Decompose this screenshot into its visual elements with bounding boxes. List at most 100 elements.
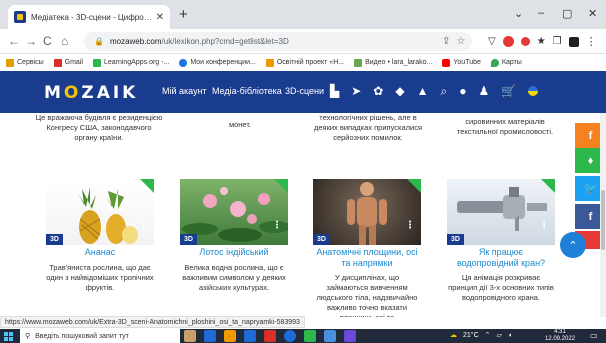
search-icon[interactable]: ⌕: [440, 83, 447, 99]
weather-icon[interactable]: ☁: [450, 331, 457, 341]
scroll-to-top-button[interactable]: ⌃: [560, 232, 586, 258]
volume-icon[interactable]: ◖: [508, 331, 512, 341]
bookmark-education-project[interactable]: Освітній проект «Н...: [265, 58, 344, 67]
network-icon[interactable]: ▱: [497, 331, 502, 341]
bookmark-gmail[interactable]: Gmail: [53, 58, 83, 67]
card-thumbnail-pineapple[interactable]: 3D ⋮: [46, 179, 154, 245]
nav-my-account[interactable]: Мій акаунт: [162, 86, 207, 96]
mozaik-logo[interactable]: MOZAIK: [44, 83, 138, 103]
taskbar-app-icon[interactable]: [344, 330, 356, 342]
bookmark-star-icon[interactable]: ☆: [456, 32, 465, 51]
pointer-icon[interactable]: ➤: [351, 83, 361, 99]
card-title[interactable]: Ананас: [46, 247, 154, 258]
more-options-icon[interactable]: ⋮: [539, 221, 549, 231]
user-icon[interactable]: ♟: [478, 83, 489, 99]
taskbar-app-icon[interactable]: [204, 330, 216, 342]
home-button[interactable]: ⌂: [61, 33, 68, 49]
card-desc-partial: Це вражаюча будівля є резиденцією Конгре…: [35, 113, 163, 142]
book-icon[interactable]: ▙: [330, 83, 339, 99]
bookmark-apps[interactable]: Сервісы: [6, 58, 44, 67]
tab-close-icon[interactable]: ✕: [156, 12, 164, 23]
card-desc: Трав'яниста рослина, що дає один з найві…: [46, 263, 154, 292]
new-corner-badge: [541, 179, 555, 193]
address-bar-row: ← → C ⌂ 🔒 mozaweb.com/uk/lexikon.php?cmd…: [0, 29, 606, 54]
browser-tab[interactable]: Медіатека - 3D-сцени - Цифро… ✕: [8, 5, 170, 29]
taskbar-app-icon[interactable]: [244, 330, 256, 342]
chevron-up-icon: ⌃: [568, 239, 578, 252]
cart-icon[interactable]: 🛒: [501, 83, 516, 99]
card-desc: Ця анімація розкриває принцип дії 3-х ос…: [448, 273, 554, 302]
site-navbar: MOZAIK Мій акаунт Медіа-бібліотека 3D-сц…: [0, 71, 606, 113]
forward-button[interactable]: →: [25, 33, 37, 49]
new-tab-button[interactable]: +: [179, 7, 188, 22]
taskbar-clock[interactable]: 4:31 12.09.2022: [545, 329, 575, 343]
flower-icon[interactable]: ✿: [373, 83, 383, 99]
diamond-icon[interactable]: ◆: [395, 83, 404, 99]
browser-menu-icon[interactable]: ⋮: [586, 35, 597, 48]
maps-pin-icon: [490, 58, 499, 67]
lock-icon: 🔒: [94, 37, 104, 46]
triangle-icon[interactable]: ▲: [417, 83, 429, 99]
extension-red-icon[interactable]: [502, 36, 514, 47]
bookmark-conferences[interactable]: Мои конференции...: [179, 58, 256, 67]
bookmark-learningapps[interactable]: LearningApps.org -...: [92, 58, 169, 67]
maximize-button[interactable]: ▢: [562, 7, 572, 20]
bookmark-video[interactable]: Видео • lara_larako...: [354, 58, 432, 67]
video-icon: [354, 58, 363, 67]
taskbar-search-input[interactable]: ⚲ Введіть пошуковий запит тут: [20, 329, 180, 343]
badge-3d: 3D: [447, 234, 464, 245]
taskbar-app-icon[interactable]: [284, 330, 296, 342]
facebook-icon: f: [588, 210, 593, 223]
bookmarks-bar: Сервісы Gmail LearningApps.org -... Мои …: [0, 54, 606, 71]
card-thumbnail-water-tap[interactable]: 3D ⋮: [447, 179, 555, 245]
card-desc-partial: технологічних рішень, але в деяких випад…: [313, 113, 423, 142]
bookmark-youtube[interactable]: YouTube: [442, 58, 481, 67]
close-window-button[interactable]: ✕: [588, 7, 597, 20]
education-project-icon: [265, 58, 274, 67]
sidepanel-icon[interactable]: ❐: [553, 36, 562, 47]
badge-3d: 3D: [46, 234, 63, 245]
more-options-icon[interactable]: ⋮: [138, 221, 148, 231]
chat-icon[interactable]: ●: [459, 83, 466, 99]
taskbar-app-icon[interactable]: [184, 330, 196, 342]
notifications-icon[interactable]: ▭: [590, 331, 598, 340]
extension-filter-icon[interactable]: ▽: [488, 36, 496, 47]
taskbar-app-icon[interactable]: [264, 330, 276, 342]
reload-button[interactable]: C: [43, 33, 52, 49]
system-tray: ☁ 21°C ⌃ ▱ ◖: [450, 331, 512, 341]
extensions-puzzle-icon[interactable]: ★: [537, 36, 546, 47]
temperature[interactable]: 21°C: [463, 331, 479, 341]
more-options-icon[interactable]: ⋮: [405, 221, 415, 231]
card-title[interactable]: Як працює водопровідний кран?: [447, 247, 555, 269]
back-button[interactable]: ←: [8, 33, 20, 49]
extension-opera-icon[interactable]: [520, 37, 530, 46]
card-thumbnail-anatomy[interactable]: 3D ⋮: [313, 179, 421, 245]
gmail-icon: [53, 58, 62, 67]
card-title[interactable]: Анатомічні площини, осі та напрямки: [313, 247, 421, 269]
taskbar-app-icon[interactable]: [224, 330, 236, 342]
learningapps-icon: [92, 58, 101, 67]
scene-grid: Це вражаюча будівля є резиденцією Конгре…: [0, 113, 606, 317]
card-title[interactable]: Лотос індійський: [180, 247, 288, 258]
badge-3d: 3D: [313, 234, 330, 245]
bookmark-maps[interactable]: Карты: [490, 58, 522, 67]
taskbar-app-icon[interactable]: [324, 330, 336, 342]
card-thumbnail-lotus[interactable]: 3D ⋮: [180, 179, 288, 245]
profile-avatar[interactable]: [568, 36, 579, 47]
ukraine-flag-icon[interactable]: [528, 86, 539, 96]
taskbar-app-icon[interactable]: [304, 330, 316, 342]
tray-up-icon[interactable]: ⌃: [485, 331, 491, 341]
card-desc-partial: монет.: [228, 120, 252, 129]
nav-media-library[interactable]: Медіа-бібліотека: [212, 86, 282, 96]
share-icon[interactable]: ⇪: [442, 32, 450, 51]
nav-3d-scenes[interactable]: 3D-сцени: [285, 86, 324, 96]
scrollbar-thumb[interactable]: [601, 190, 605, 250]
more-options-icon[interactable]: ⋮: [272, 221, 282, 231]
url-field[interactable]: 🔒 mozaweb.com/uk/lexikon.php?cmd=getlist…: [84, 32, 472, 51]
status-url-tooltip: https://www.mozaweb.com/uk/Extra-3D_scen…: [0, 316, 305, 328]
card-desc: У дисциплінах, що займаються вивченням л…: [316, 273, 418, 317]
tab-search-icon[interactable]: ⌄: [514, 7, 523, 20]
windows-start-icon[interactable]: [4, 332, 13, 341]
twitter-icon: 🐦: [583, 183, 598, 195]
minimize-button[interactable]: –: [538, 7, 544, 19]
